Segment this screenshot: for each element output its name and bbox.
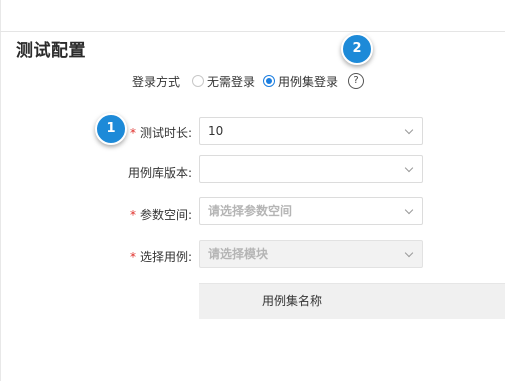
- radio-case-set-login-label: 用例集登录: [278, 74, 339, 89]
- version-label: 用例库版本:: [127, 166, 192, 180]
- login-method-label: 登录方式: [132, 74, 181, 89]
- chevron-down-icon: [404, 248, 414, 258]
- required-asterisk: *: [129, 126, 136, 140]
- duration-select[interactable]: 10: [199, 117, 423, 145]
- radio-checked-icon[interactable]: [263, 75, 276, 87]
- login-method-row: 登录方式 无需登录 用例集登录 ?: [132, 72, 365, 90]
- chevron-down-icon: [404, 163, 414, 173]
- param-space-placeholder: 请选择参数空间: [208, 204, 293, 218]
- param-space-select[interactable]: 请选择参数空间: [199, 197, 423, 225]
- top-divider: [0, 31, 505, 32]
- column-case-set-name: 用例集名称: [262, 294, 323, 308]
- module-placeholder: 请选择模块: [208, 247, 269, 261]
- left-border: [0, 0, 1, 381]
- param-space-label: * 参数空间:: [129, 208, 192, 222]
- chevron-down-icon: [404, 205, 414, 215]
- case-set-table-header: 用例集名称: [199, 283, 505, 319]
- radio-case-set-login[interactable]: 用例集登录: [263, 73, 338, 90]
- chevron-down-icon: [404, 125, 414, 135]
- module-select[interactable]: 请选择模块: [199, 240, 423, 268]
- required-asterisk: *: [129, 208, 136, 222]
- step-badge-2: 2: [341, 33, 373, 65]
- radio-no-login-label: 无需登录: [207, 74, 256, 89]
- duration-label: * 测试时长:: [129, 126, 192, 140]
- step-badge-1: 1: [95, 113, 127, 145]
- cases-label: * 选择用例:: [129, 250, 192, 264]
- help-icon[interactable]: ?: [348, 73, 365, 89]
- duration-value: 10: [208, 124, 224, 138]
- radio-no-login[interactable]: 无需登录: [192, 73, 255, 90]
- required-asterisk: *: [129, 250, 136, 264]
- radio-circle-icon[interactable]: [192, 75, 205, 87]
- version-select[interactable]: [199, 155, 423, 183]
- section-title: 测试配置: [16, 41, 86, 61]
